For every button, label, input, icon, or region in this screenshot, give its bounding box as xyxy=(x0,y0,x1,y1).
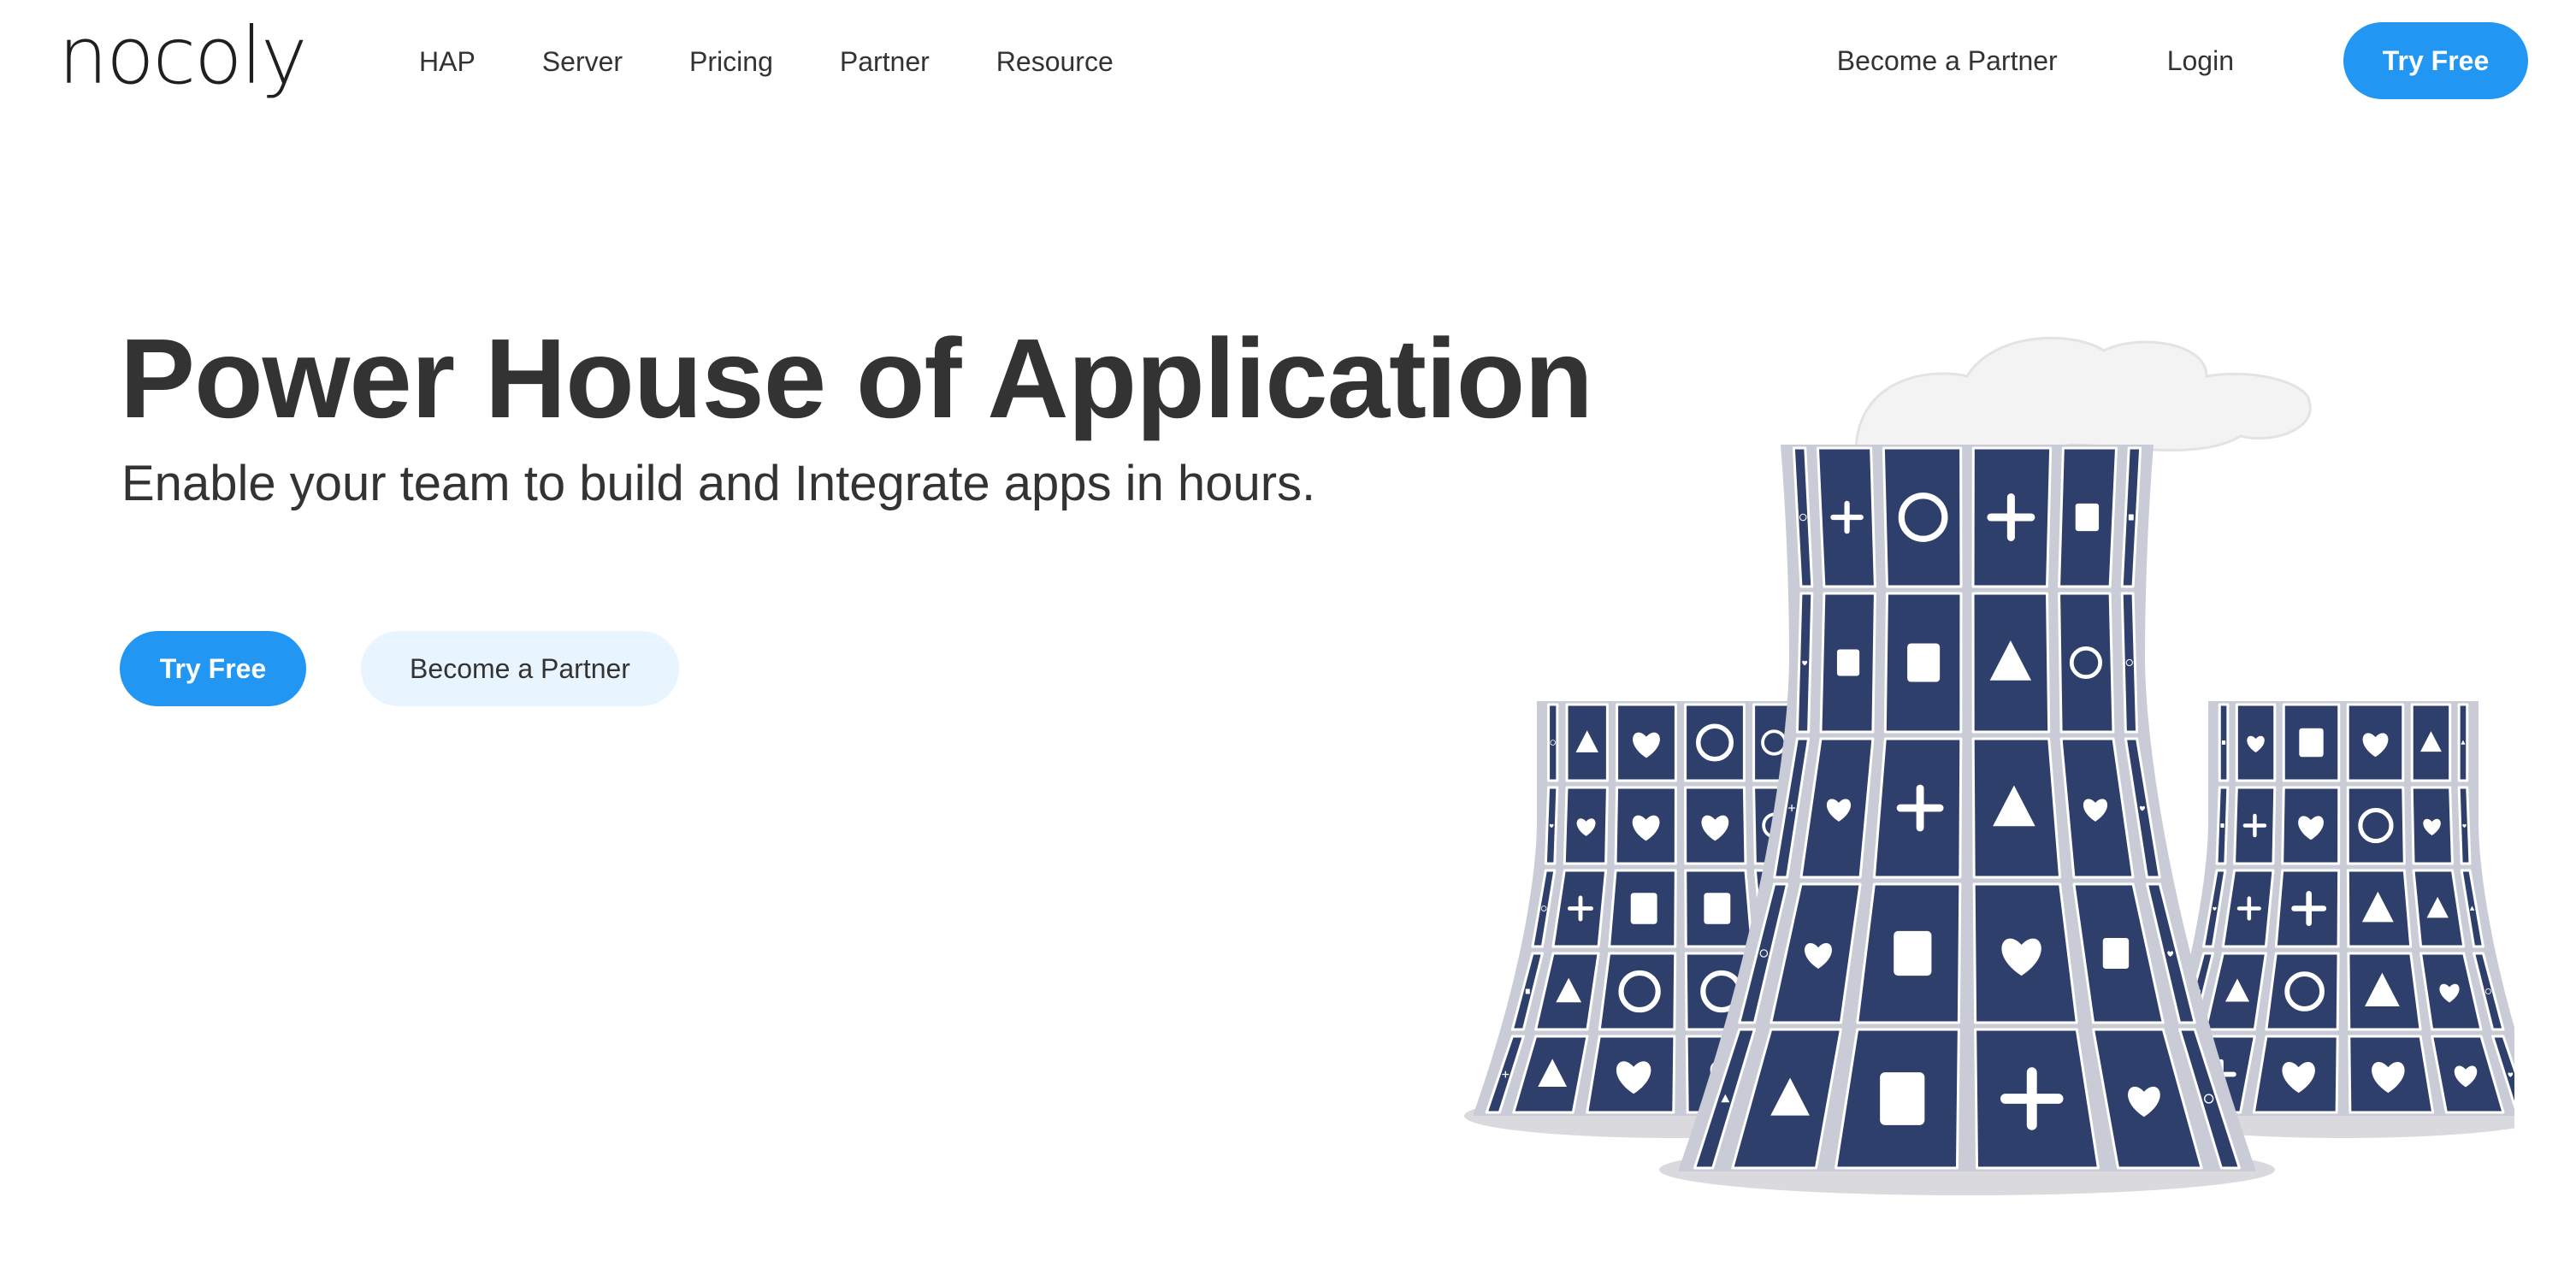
smoke-cloud xyxy=(1854,336,2312,461)
header-try-free-button[interactable]: Try Free xyxy=(2343,22,2528,99)
calendar-icon xyxy=(1894,930,1932,976)
bookmark-icon xyxy=(1880,1072,1925,1125)
nav-resource[interactable]: Resource xyxy=(996,44,1114,79)
hero-subtitle: Enable your team to build and Integrate … xyxy=(121,456,1316,511)
app-tile xyxy=(2265,952,2340,1031)
hero-become-partner-button[interactable]: Become a Partner xyxy=(361,631,679,706)
calendar-icon xyxy=(2221,740,2226,745)
document-icon xyxy=(2102,938,2130,969)
header-become-partner-link[interactable]: Become a Partner xyxy=(1837,22,2058,99)
dog-icon xyxy=(2075,503,2100,532)
site-header: nocoly HAP Server Pricing Partner Resour… xyxy=(0,0,2576,128)
nav-pricing[interactable]: Pricing xyxy=(689,44,773,79)
main-nav: HAP Server Pricing Partner Resource xyxy=(419,44,1114,79)
hero-try-free-button[interactable]: Try Free xyxy=(120,631,306,706)
nocoly-logo[interactable]: nocoly xyxy=(58,17,307,96)
sun-icon xyxy=(2128,514,2134,521)
bug-icon xyxy=(1907,643,1941,682)
nav-server[interactable]: Server xyxy=(542,44,623,79)
hero-title: Power House of Application xyxy=(120,316,1593,441)
app-tile xyxy=(2058,592,2115,734)
document-icon xyxy=(2299,728,2324,758)
app-tile xyxy=(1598,952,1677,1031)
hero-cta: Try Free Become a Partner xyxy=(120,631,679,706)
bug-icon xyxy=(1525,988,1530,994)
app-tile xyxy=(1684,703,1746,782)
app-tile xyxy=(1882,446,1963,588)
power-plant-svg xyxy=(1464,336,2549,1195)
tower-group xyxy=(1473,445,2543,1171)
dog-icon xyxy=(1630,893,1657,924)
app-tile xyxy=(2120,592,2139,734)
power-plant-illustration xyxy=(1454,316,2549,1206)
header-actions: Become a Partner Login Try Free xyxy=(1837,22,2528,99)
app-tile xyxy=(2346,786,2406,865)
nav-hap[interactable]: HAP xyxy=(419,44,476,79)
sun-icon xyxy=(1704,893,1731,924)
app-tile xyxy=(1547,703,1559,782)
nav-partner[interactable]: Partner xyxy=(840,44,930,79)
login-link[interactable]: Login xyxy=(2167,22,2234,99)
bookmark-icon xyxy=(2220,823,2224,828)
armchair-icon xyxy=(1836,649,1860,676)
